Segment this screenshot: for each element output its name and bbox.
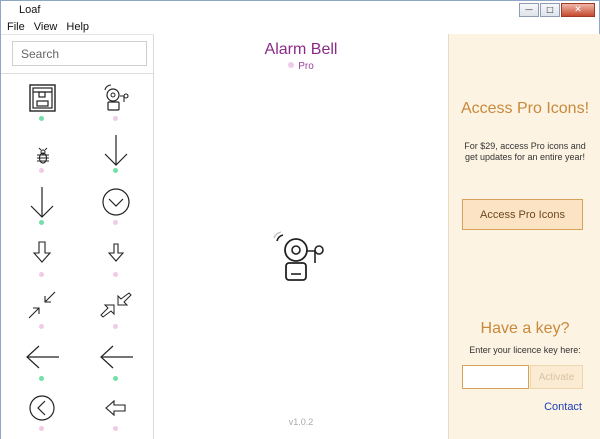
key-label: Enter your licence key here: xyxy=(469,345,581,355)
icon-tile-alarm-bell[interactable] xyxy=(91,81,141,129)
app-window: Loaf — □ ✕ File View Help Search Alarm B… xyxy=(0,0,600,439)
icon-sidebar xyxy=(1,34,154,439)
tier-dot xyxy=(113,426,118,431)
pro-heading: Access Pro Icons! xyxy=(460,100,590,117)
pro-description: For $29, access Pro icons and get update… xyxy=(464,141,586,162)
icon-tile-arrow-down-outline[interactable] xyxy=(17,237,67,285)
arrows-collapse-icon xyxy=(28,291,56,319)
tier-dot xyxy=(113,220,118,225)
tier-dot xyxy=(39,272,44,277)
menu-file[interactable]: File xyxy=(7,21,25,33)
arrow-down-outline-icon xyxy=(32,241,52,263)
3d-printer-icon xyxy=(29,84,56,112)
alarm-bell-icon xyxy=(104,84,129,111)
window-controls: — □ ✕ xyxy=(518,3,595,17)
title-bar: Loaf — □ ✕ xyxy=(1,1,599,20)
pro-panel: Access Pro Icons! For $29, access Pro ic… xyxy=(448,34,600,439)
tier-dot xyxy=(39,220,44,225)
tier-dot xyxy=(39,376,44,381)
tier-dot xyxy=(39,324,44,329)
icon-tile-3d-printer[interactable] xyxy=(17,81,67,129)
pro-dot xyxy=(288,62,295,68)
icon-tile-arrow-down-outline-small[interactable] xyxy=(91,237,141,285)
icon-tile-arrow-left-thin[interactable] xyxy=(91,341,141,389)
tier-dot xyxy=(113,324,118,329)
menu-help[interactable]: Help xyxy=(66,21,89,33)
icon-tile-arrow-down-long[interactable] xyxy=(17,185,67,233)
arrow-down-outline-small-icon xyxy=(107,243,125,262)
tier-dot xyxy=(39,426,44,431)
arrow-down-long-icon xyxy=(30,187,54,218)
tier-dot xyxy=(39,116,44,121)
window-title: Loaf xyxy=(19,4,41,16)
icon-title: Alarm Bell xyxy=(264,41,338,58)
tier-dot xyxy=(39,168,44,173)
arrow-down-circle-icon xyxy=(102,188,130,216)
search-input[interactable] xyxy=(12,41,147,66)
minimize-button[interactable]: — xyxy=(519,3,539,17)
icon-detail-panel: Alarm Bell Pro v1.0.2 xyxy=(154,34,448,439)
sidebar-divider xyxy=(1,73,153,74)
maximize-button[interactable]: □ xyxy=(540,3,560,17)
icon-tile-arrow-down[interactable] xyxy=(91,133,141,181)
arrows-collapse-outline-icon xyxy=(100,292,132,318)
tier-dot xyxy=(113,168,118,173)
icon-tile-arrow-left-outline[interactable] xyxy=(91,393,141,439)
menu-bar: File View Help xyxy=(1,20,599,34)
tier-dot xyxy=(113,116,118,121)
arrow-left-thin-icon xyxy=(100,345,133,369)
icon-tile-arrows-collapse-outline[interactable] xyxy=(91,289,141,337)
icon-tile-arrows-collapse[interactable] xyxy=(17,289,67,337)
licence-key-input[interactable] xyxy=(462,365,529,389)
icon-tile-arrow-left[interactable] xyxy=(17,341,67,389)
tier-label-text: Pro xyxy=(298,61,314,72)
version-label: v1.0.2 xyxy=(288,417,314,427)
menu-view[interactable]: View xyxy=(34,21,58,33)
tier-label: Pro xyxy=(154,61,448,72)
close-button[interactable]: ✕ xyxy=(561,3,595,17)
icon-tile-arrow-left-circle[interactable] xyxy=(17,393,67,439)
tier-dot xyxy=(113,272,118,277)
activate-button[interactable]: Activate xyxy=(530,365,583,389)
bug-icon xyxy=(37,147,49,164)
contact-link[interactable]: Contact xyxy=(544,401,582,413)
alarm-bell-icon xyxy=(273,231,324,281)
icon-tile-arrow-down-circle[interactable] xyxy=(91,185,141,233)
arrow-left-icon xyxy=(26,345,59,369)
icon-tile-bug[interactable] xyxy=(17,133,67,181)
key-heading: Have a key? xyxy=(480,320,570,337)
access-pro-button[interactable]: Access Pro Icons xyxy=(462,199,583,230)
arrow-down-icon xyxy=(104,135,128,166)
tier-dot xyxy=(113,376,118,381)
